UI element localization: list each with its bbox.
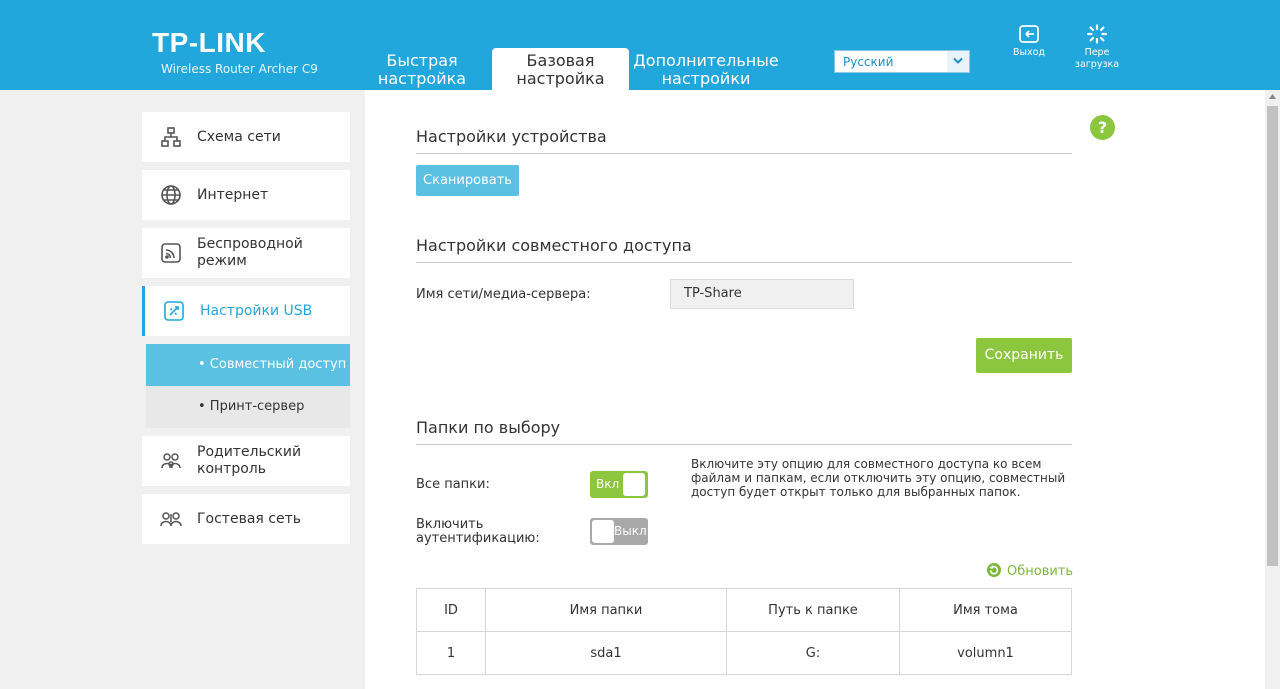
- header-bar: TP-LINK Wireless Router Archer C9 Быстра…: [0, 0, 1280, 94]
- cell-id: 1: [416, 631, 486, 675]
- save-button[interactable]: Сохранить: [976, 338, 1072, 373]
- network-map-icon: [161, 127, 181, 147]
- authentication-toggle[interactable]: Выкл: [590, 518, 648, 545]
- column-header-id: ID: [416, 588, 486, 632]
- tab-advanced-setup[interactable]: Дополнительные настройки: [632, 48, 780, 94]
- authentication-label: Включить аутентификацию:: [416, 517, 540, 546]
- server-name-label: Имя сети/медиа-сервера:: [416, 287, 591, 302]
- chevron-down-icon: [947, 51, 969, 72]
- scroll-up-arrow-icon[interactable]: [1269, 94, 1276, 99]
- usb-icon: [164, 301, 184, 321]
- cell-folder-name: sda1: [485, 631, 727, 675]
- language-select[interactable]: Русский: [834, 50, 970, 73]
- refresh-button[interactable]: Обновить: [986, 562, 1073, 579]
- table-header-row: ID Имя папки Путь к папке Имя тома: [416, 588, 1072, 632]
- vertical-scrollbar[interactable]: [1265, 90, 1280, 689]
- tab-basic-setup[interactable]: Базовая настройка: [492, 48, 629, 94]
- logout-button[interactable]: Выход: [999, 24, 1059, 59]
- sidebar-item-internet[interactable]: Интернет: [142, 170, 350, 220]
- column-header-folder-path: Путь к папке: [726, 588, 900, 632]
- sidebar-item-network-map[interactable]: Схема сети: [142, 112, 350, 162]
- sidebar-item-wireless[interactable]: Беспроводной режим: [142, 228, 350, 278]
- cell-folder-path: G:: [726, 631, 900, 675]
- divider: [416, 153, 1072, 154]
- guest-network-icon: [160, 512, 182, 527]
- refresh-icon: [987, 563, 1001, 577]
- sidebar-item-usb-settings[interactable]: Настройки USB: [142, 286, 350, 336]
- toggle-knob: [623, 473, 645, 496]
- cell-volume-name: volumn1: [899, 631, 1072, 675]
- language-value: Русский: [843, 55, 894, 69]
- reboot-button[interactable]: Пере загрузка: [1067, 24, 1127, 71]
- parental-control-icon: [161, 453, 181, 469]
- sidebar-subitem-print-server[interactable]: • Принт-сервер: [146, 386, 350, 428]
- wireless-icon: [161, 243, 181, 263]
- reboot-icon: [1086, 24, 1108, 44]
- table-row[interactable]: 1 sda1 G: volumn1: [416, 631, 1072, 675]
- column-header-folder-name: Имя папки: [485, 588, 727, 632]
- all-folders-label: Все папки:: [416, 477, 490, 492]
- sidebar-item-guest-network[interactable]: Гостевая сеть: [142, 494, 350, 544]
- all-folders-toggle[interactable]: Вкл: [590, 471, 648, 498]
- tab-quick-setup[interactable]: Быстрая настройка: [373, 48, 471, 94]
- sidebar-subitem-sharing[interactable]: • Совместный доступ: [146, 344, 350, 386]
- divider: [416, 262, 1072, 263]
- logout-icon: [1019, 25, 1039, 43]
- folders-title: Папки по выбору: [416, 418, 561, 437]
- scan-button[interactable]: Сканировать: [416, 165, 519, 196]
- all-folders-description: Включите эту опцию для совместного досту…: [691, 457, 1066, 499]
- column-header-volume-name: Имя тома: [899, 588, 1072, 632]
- divider: [416, 444, 1072, 445]
- folders-table: ID Имя папки Путь к папке Имя тома 1 sda…: [416, 588, 1072, 675]
- sidebar-item-parental-control[interactable]: Родительский контроль: [142, 436, 350, 486]
- toggle-knob: [592, 520, 614, 543]
- server-name-input[interactable]: TP-Share: [670, 279, 854, 309]
- sharing-settings-title: Настройки совместного доступа: [416, 236, 692, 255]
- tp-link-logo: TP-LINK: [152, 27, 266, 58]
- device-settings-title: Настройки устройства: [416, 127, 607, 146]
- router-model: Wireless Router Archer C9: [161, 62, 318, 76]
- help-icon[interactable]: ?: [1090, 115, 1115, 140]
- globe-icon: [161, 185, 181, 205]
- scrollbar-thumb[interactable]: [1267, 106, 1278, 566]
